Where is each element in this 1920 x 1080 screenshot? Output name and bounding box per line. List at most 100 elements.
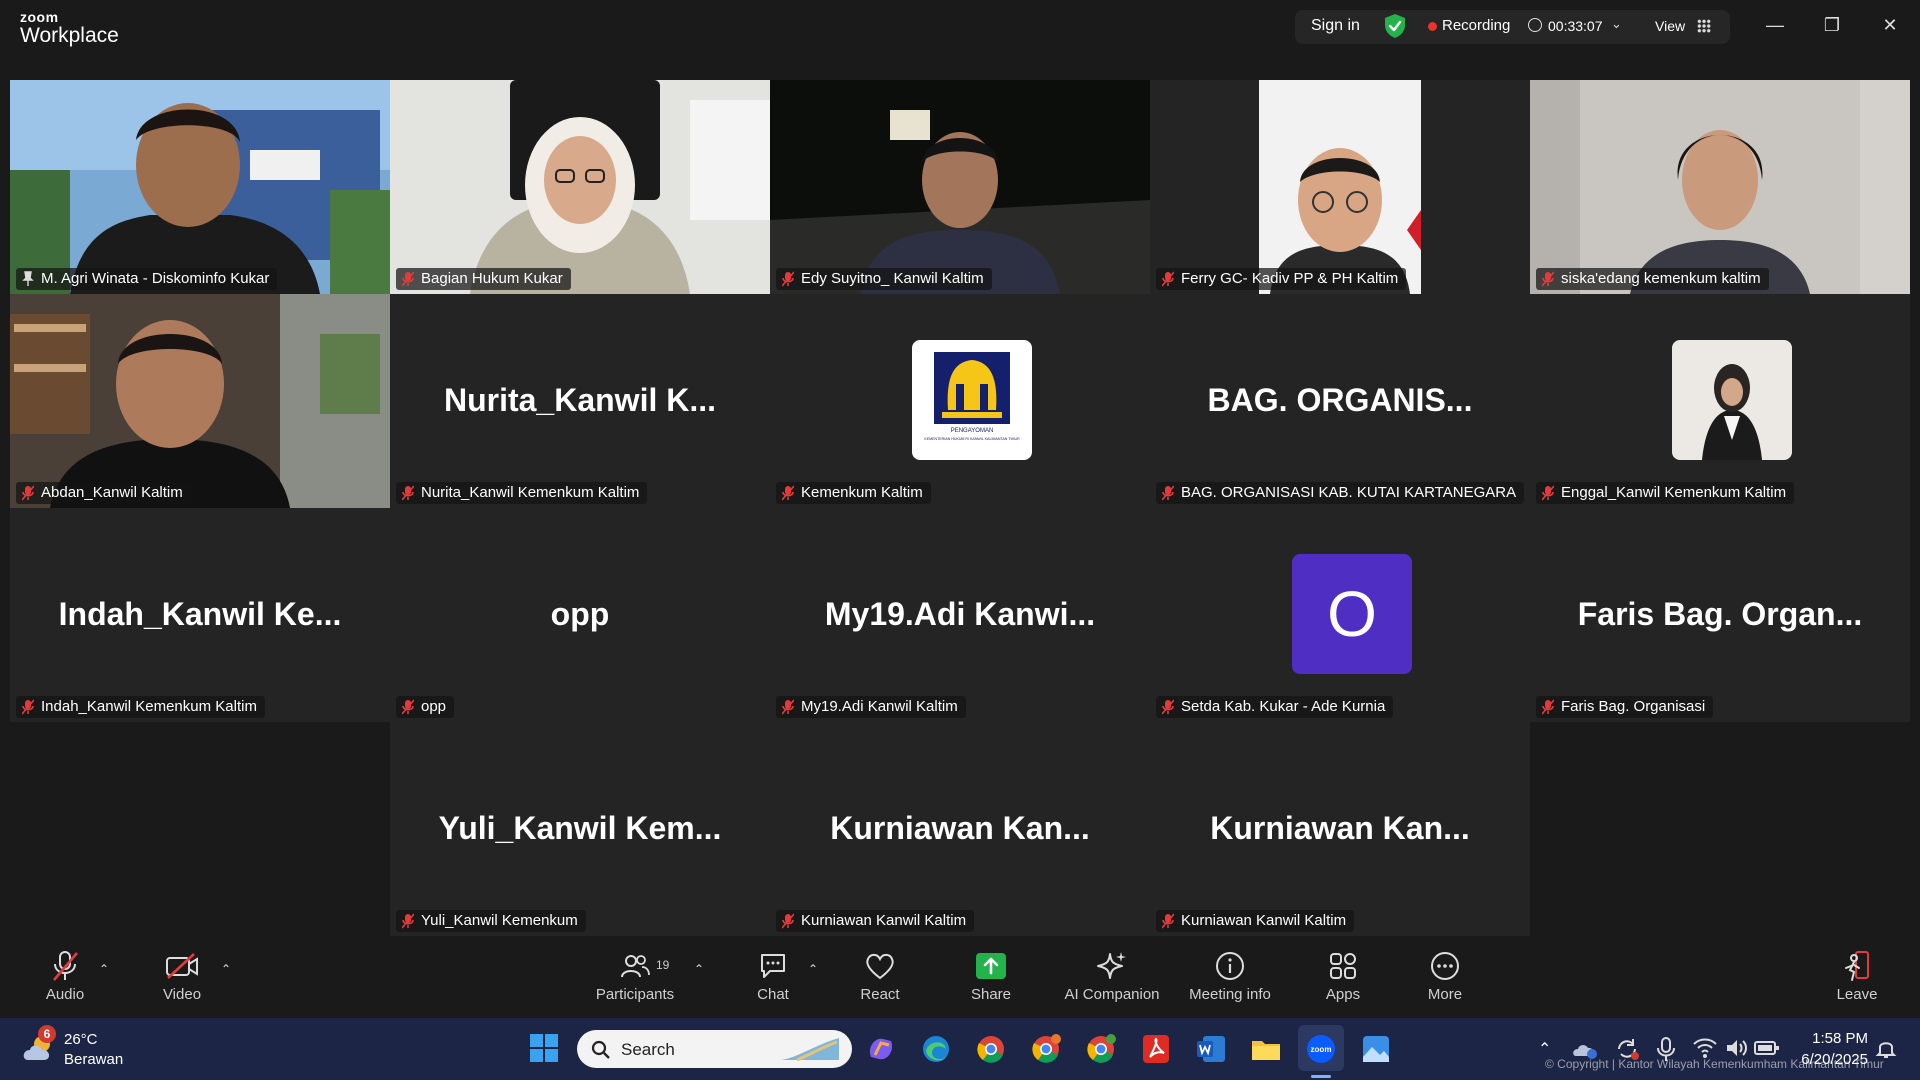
clock-time[interactable]: 1:58 PM bbox=[1800, 1030, 1868, 1047]
video-tile[interactable]: Ferry GC- Kadiv PP & PH Kaltim bbox=[1150, 80, 1530, 294]
share-label: Share bbox=[970, 986, 1012, 1003]
copilot-icon[interactable] bbox=[865, 1033, 897, 1065]
battery-icon[interactable] bbox=[1754, 1038, 1780, 1058]
participant-display-name: Kurniawan Kan... bbox=[830, 810, 1090, 846]
video-gallery: M. Agri Winata - Diskominfo Kukar Bagian… bbox=[0, 0, 1920, 940]
apps-label: Apps bbox=[1325, 986, 1361, 1003]
avatar-tile[interactable]: O Setda Kab. Kukar - Ade Kurnia bbox=[1150, 508, 1530, 722]
participant-display-name: opp bbox=[550, 596, 610, 632]
name-tile[interactable]: Kurniawan Kan... Kurniawan Kanwil Kaltim bbox=[1150, 722, 1530, 936]
chat-button[interactable]: Chat bbox=[748, 948, 798, 1003]
video-options-chevron-icon[interactable]: ⌃ bbox=[221, 962, 231, 976]
copyright-watermark: © Copyright | Kantor Wilayah Kemenkumham… bbox=[1545, 1057, 1884, 1071]
participant-name-label: Yuli_Kanwil Kemenkum bbox=[396, 910, 586, 932]
mic-muted-icon bbox=[782, 913, 794, 929]
sparkle-icon bbox=[1097, 952, 1126, 979]
video-tile[interactable]: siska'edang kemenkum kaltim bbox=[1530, 80, 1910, 294]
chat-options-chevron-icon[interactable]: ⌃ bbox=[808, 962, 818, 976]
weather-badge: 6 bbox=[38, 1025, 56, 1043]
participant-name: Bagian Hukum Kukar bbox=[421, 270, 563, 287]
mic-muted-icon bbox=[402, 271, 414, 287]
weather-condition[interactable]: Berawan bbox=[64, 1051, 123, 1068]
weather-temperature[interactable]: 26°C bbox=[64, 1031, 98, 1048]
audio-options-chevron-icon[interactable]: ⌃ bbox=[99, 962, 109, 976]
participants-options-chevron-icon[interactable]: ⌃ bbox=[694, 962, 704, 976]
active-app-indicator bbox=[1311, 1075, 1331, 1078]
photos-icon[interactable] bbox=[1360, 1033, 1392, 1065]
leave-button[interactable]: Leave bbox=[1832, 948, 1882, 1003]
participant-name: Nurita_Kanwil Kemenkum Kaltim bbox=[421, 484, 640, 501]
participant-name: BAG. ORGANISASI KAB. KUTAI KARTANEGARA bbox=[1181, 484, 1517, 501]
chat-label: Chat bbox=[757, 986, 789, 1003]
participant-name: opp bbox=[421, 698, 447, 715]
name-tile[interactable]: Nurita_Kanwil K... Nurita_Kanwil Kemenku… bbox=[390, 294, 770, 508]
share-button[interactable]: Share bbox=[966, 948, 1016, 1003]
video-tile[interactable]: M. Agri Winata - Diskominfo Kukar bbox=[10, 80, 390, 294]
mic-muted-icon bbox=[1542, 271, 1554, 287]
video-tile[interactable]: Bagian Hukum Kukar bbox=[390, 80, 770, 294]
participant-name: Setda Kab. Kukar - Ade Kurnia bbox=[1181, 698, 1386, 715]
participant-name-label: Kurniawan Kanwil Kaltim bbox=[1156, 910, 1355, 932]
mic-muted-icon bbox=[1162, 485, 1174, 501]
taskbar-search[interactable]: Search bbox=[577, 1030, 852, 1068]
participant-video bbox=[1530, 80, 1910, 294]
file-explorer-icon[interactable] bbox=[1250, 1033, 1282, 1065]
ai-companion-button[interactable]: AI Companion bbox=[1062, 948, 1162, 1003]
name-tile[interactable]: Faris Bag. Organ... Faris Bag. Organisas… bbox=[1530, 508, 1910, 722]
participant-name-label: Kurniawan Kanwil Kaltim bbox=[776, 910, 975, 932]
participant-name-label: Enggal_Kanwil Kemenkum Kaltim bbox=[1536, 482, 1795, 504]
participant-name-label: BAG. ORGANISASI KAB. KUTAI KARTANEGARA bbox=[1156, 482, 1525, 504]
participants-count: 19 bbox=[656, 958, 670, 972]
pdf-reader-icon[interactable] bbox=[1140, 1033, 1172, 1065]
mic-muted-icon bbox=[1162, 271, 1174, 287]
mic-muted-icon bbox=[402, 699, 414, 715]
show-hidden-icons-chevron-icon[interactable]: ⌃ bbox=[1538, 1039, 1551, 1059]
avatar-tile[interactable]: Enggal_Kanwil Kemenkum Kaltim bbox=[1530, 294, 1910, 508]
logo-text: PENGAYOMAN bbox=[951, 428, 994, 434]
leave-icon bbox=[1845, 951, 1869, 981]
participant-display-name: Kurniawan Kan... bbox=[1210, 810, 1470, 846]
participant-name: siska'edang kemenkum kaltim bbox=[1561, 270, 1761, 287]
info-icon bbox=[1216, 952, 1244, 980]
name-tile[interactable]: Kurniawan Kan... Kurniawan Kanwil Kaltim bbox=[770, 722, 1150, 936]
name-tile[interactable]: Indah_Kanwil Ke... Indah_Kanwil Kemenkum… bbox=[10, 508, 390, 722]
participants-icon bbox=[621, 955, 650, 978]
name-tile[interactable]: opp opp bbox=[390, 508, 770, 722]
participant-video bbox=[1150, 80, 1530, 294]
name-tile[interactable]: Yuli_Kanwil Kem... Yuli_Kanwil Kemenkum bbox=[390, 722, 770, 936]
profile-photo bbox=[1672, 340, 1792, 460]
mic-muted-icon bbox=[1162, 913, 1174, 929]
chrome-profile-icon[interactable] bbox=[1085, 1033, 1117, 1065]
initial-avatar: O bbox=[1292, 554, 1412, 674]
participant-name: Faris Bag. Organisasi bbox=[1561, 698, 1706, 715]
more-icon bbox=[1431, 952, 1459, 980]
apps-button[interactable]: Apps bbox=[1318, 948, 1368, 1003]
leave-label: Leave bbox=[1836, 986, 1878, 1003]
edge-icon[interactable] bbox=[920, 1033, 952, 1065]
meeting-info-button[interactable]: Meeting info bbox=[1185, 948, 1275, 1003]
name-tile[interactable]: BAG. ORGANIS... BAG. ORGANISASI KAB. KUT… bbox=[1150, 294, 1530, 508]
participant-display-name: BAG. ORGANIS... bbox=[1207, 382, 1473, 418]
chrome-icon[interactable] bbox=[975, 1033, 1007, 1065]
mic-muted-icon bbox=[1542, 699, 1554, 715]
video-button[interactable]: Video bbox=[150, 948, 214, 1003]
zoom-app-icon[interactable]: zoom bbox=[1305, 1033, 1337, 1065]
participant-name-label: Indah_Kanwil Kemenkum Kaltim bbox=[16, 696, 265, 718]
participant-name-label: M. Agri Winata - Diskominfo Kukar bbox=[16, 268, 278, 290]
react-button[interactable]: React bbox=[855, 948, 905, 1003]
name-tile[interactable]: My19.Adi Kanwi... My19.Adi Kanwil Kaltim bbox=[770, 508, 1150, 722]
audio-button[interactable]: Audio bbox=[34, 948, 96, 1003]
video-tile[interactable]: Abdan_Kanwil Kaltim bbox=[10, 294, 390, 508]
windows-start-icon[interactable] bbox=[528, 1032, 560, 1064]
more-button[interactable]: More bbox=[1420, 948, 1470, 1003]
video-label: Video bbox=[162, 986, 202, 1003]
share-screen-icon bbox=[976, 953, 1006, 979]
word-icon[interactable] bbox=[1195, 1033, 1227, 1065]
participants-button[interactable]: Participants bbox=[590, 948, 680, 1003]
video-off-icon bbox=[166, 953, 198, 979]
chrome-profile-icon[interactable] bbox=[1030, 1033, 1062, 1065]
search-highlight-icon bbox=[781, 1038, 839, 1062]
avatar-tile[interactable]: PENGAYOMAN KEMENTERIAN HUKUM RI KANWIL K… bbox=[770, 294, 1150, 508]
more-label: More bbox=[1427, 986, 1463, 1003]
video-tile[interactable]: Edy Suyitno_ Kanwil Kaltim bbox=[770, 80, 1150, 294]
